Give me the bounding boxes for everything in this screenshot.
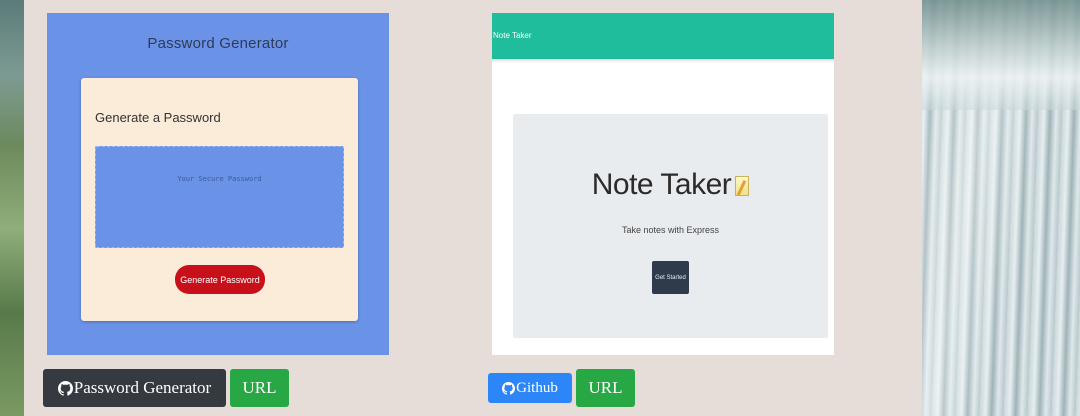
note-taker-screenshot: Note Taker Note Taker Take notes with Ex…: [492, 13, 834, 355]
github-icon: [502, 381, 516, 395]
repo-button-label: Password Generator: [73, 378, 212, 397]
screenshot-jumbotron: Note Taker Take notes with Express Get S…: [513, 114, 828, 338]
password-generator-url-button[interactable]: URL: [230, 369, 289, 407]
memo-icon: [735, 176, 750, 196]
screenshot-card-heading: Generate a Password: [95, 110, 221, 125]
password-generator-screenshot: Password Generator Generate a Password Y…: [47, 13, 389, 355]
screenshot-password-textarea: Your Secure Password: [95, 146, 344, 248]
screenshot-textarea-placeholder: Your Secure Password: [177, 175, 262, 183]
screenshot-card: Generate a Password Your Secure Password…: [81, 78, 358, 321]
note-taker-url-button[interactable]: URL: [576, 369, 635, 407]
note-taker-github-button[interactable]: Github: [488, 373, 572, 403]
screenshot-get-started-button: Get Started: [652, 261, 689, 294]
github-icon: [57, 380, 73, 396]
password-generator-github-button[interactable]: Password Generator: [43, 369, 226, 407]
screenshot-heading-text: Note Taker: [591, 168, 732, 201]
background-waterfall-top: [922, 0, 1080, 110]
screenshot-navbar: Note Taker: [492, 13, 834, 59]
screenshot-navbar-brand: Note Taker: [493, 31, 532, 40]
screenshot-title: Password Generator: [147, 35, 289, 52]
repo-button-label: Github: [516, 379, 558, 396]
screenshot-subtitle: Take notes with Express: [621, 225, 720, 235]
screenshot-generate-button: Generate Password: [175, 265, 265, 294]
background-waterfall-left: [0, 0, 24, 416]
screenshot-navbar-shadow: [492, 59, 834, 63]
screenshot-heading: Note Taker: [513, 168, 828, 202]
